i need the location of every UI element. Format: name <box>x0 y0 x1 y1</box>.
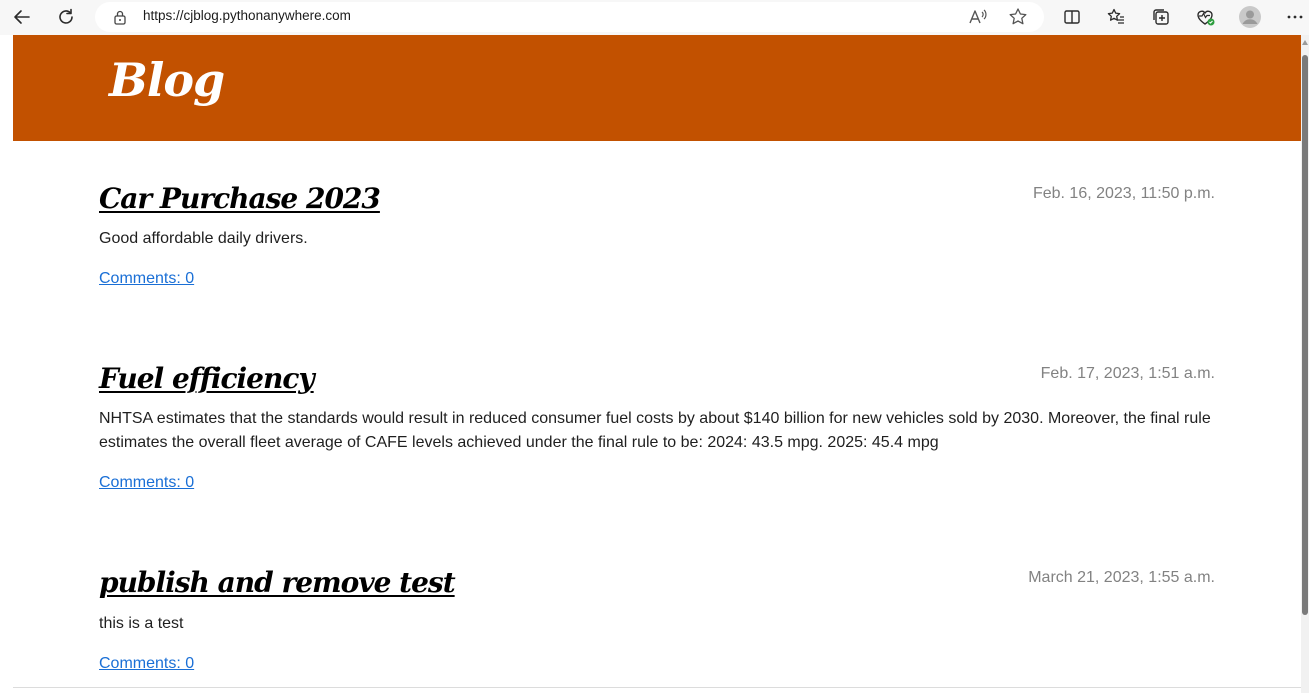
heart-pulse-icon <box>1197 10 1215 26</box>
split-screen-button[interactable] <box>1057 3 1087 31</box>
post-item: publish and remove test March 21, 2023, … <box>99 566 1215 676</box>
post-body: this is a test <box>99 615 184 632</box>
scrollbar-thumb[interactable] <box>1302 55 1308 615</box>
address-bar[interactable]: https://cjblog.pythonanywhere.com <box>95 2 1044 32</box>
read-aloud-icon[interactable] <box>967 6 989 28</box>
back-button[interactable] <box>7 3 37 31</box>
browser-toolbar: https://cjblog.pythonanywhere.com <box>0 0 1309 35</box>
scroll-up-arrow-icon[interactable] <box>1302 40 1308 45</box>
vertical-scrollbar[interactable] <box>1301 35 1309 693</box>
post-date: Feb. 17, 2023, 1:51 a.m. <box>1040 365 1215 382</box>
lock-icon[interactable] <box>113 9 127 25</box>
comments-link[interactable]: Comments: 0 <box>99 270 194 288</box>
post-item: Fuel efficiency Feb. 17, 2023, 1:51 a.m.… <box>99 362 1215 502</box>
comments-link[interactable]: Comments: 0 <box>99 474 194 492</box>
profile-button[interactable] <box>1235 3 1265 31</box>
post-item: Car Purchase 2023 Feb. 16, 2023, 11:50 p… <box>99 182 1215 292</box>
favorites-button[interactable] <box>1101 3 1131 31</box>
blog-brand-link[interactable]: Blog <box>109 53 225 107</box>
url-text[interactable]: https://cjblog.pythonanywhere.com <box>143 8 351 23</box>
refresh-icon <box>59 8 73 24</box>
back-arrow-icon <box>14 10 30 24</box>
more-menu-button[interactable] <box>1280 3 1309 31</box>
split-screen-icon <box>1064 10 1080 24</box>
page-content: Blog Car Purchase 2023 Feb. 16, 2023, 11… <box>13 35 1301 688</box>
site-header: Blog <box>13 35 1301 141</box>
post-title-link[interactable]: Car Purchase 2023 <box>99 182 381 215</box>
browser-essentials-button[interactable] <box>1190 3 1220 31</box>
avatar-icon <box>1239 6 1261 28</box>
page-viewport: Blog Car Purchase 2023 Feb. 16, 2023, 11… <box>0 35 1309 693</box>
favorite-star-icon[interactable] <box>1007 6 1029 28</box>
comments-link[interactable]: Comments: 0 <box>99 655 194 673</box>
post-body: Good affordable daily drivers. <box>99 230 308 247</box>
favorites-list-icon <box>1107 8 1124 24</box>
post-title-link[interactable]: Fuel efficiency <box>99 362 315 395</box>
post-body: NHTSA estimates that the standards would… <box>99 410 1211 451</box>
collections-icon <box>1153 9 1169 25</box>
post-date: Feb. 16, 2023, 11:50 p.m. <box>1032 185 1215 202</box>
refresh-button[interactable] <box>51 3 81 31</box>
collections-button[interactable] <box>1146 3 1176 31</box>
post-title-link[interactable]: publish and remove test <box>99 566 456 599</box>
more-dots-icon <box>1287 15 1303 19</box>
post-date: March 21, 2023, 1:55 a.m. <box>1028 569 1215 586</box>
